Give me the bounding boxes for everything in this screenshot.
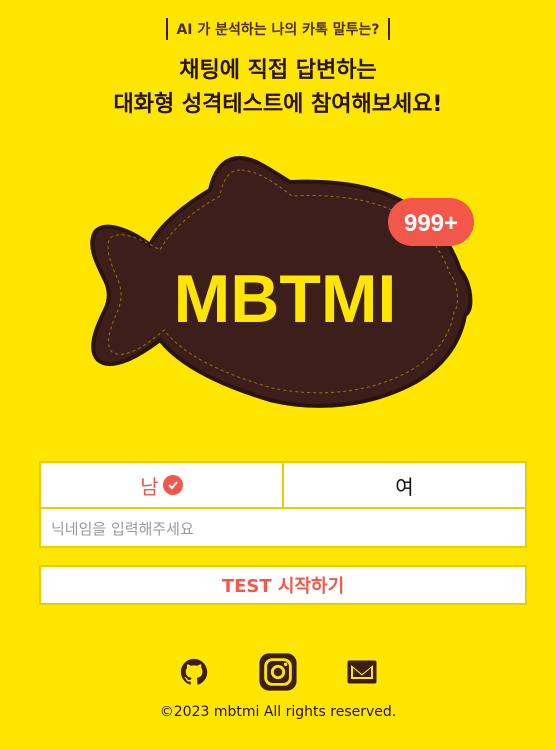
headline: 채팅에 직접 답변하는 대화형 성격테스트에 참여해보세요! — [0, 54, 556, 122]
social-links — [0, 652, 556, 692]
mail-icon — [347, 660, 377, 684]
tagline-right-bar — [387, 18, 390, 40]
instagram-icon — [259, 653, 297, 691]
check-icon — [162, 475, 183, 495]
copyright-text: ©2023 mbtmi All rights reserved. — [159, 704, 397, 720]
notification-badge-text: 999+ — [404, 210, 458, 237]
gender-selector: 남 여 — [41, 463, 525, 509]
logo-text: MBTMI — [174, 261, 397, 337]
gender-female-option[interactable]: 여 — [284, 463, 525, 507]
github-icon — [180, 658, 208, 685]
tagline-text: AI 가 분석하는 나의 카톡 말투는? — [176, 22, 380, 38]
instagram-link[interactable] — [258, 652, 298, 692]
gender-female-label: 여 — [395, 474, 414, 499]
headline-line-2: 대화형 성격테스트에 참여해보세요! — [113, 92, 443, 117]
gender-male-option[interactable]: 남 — [41, 463, 284, 507]
headline-line-1: 채팅에 직접 답변하는 — [179, 58, 377, 83]
nickname-input[interactable] — [41, 509, 525, 549]
start-test-button[interactable]: TEST 시작하기 — [39, 565, 527, 605]
fish-logo: MBTMI 999+ — [90, 155, 474, 408]
gender-male-label: 남 — [140, 474, 159, 499]
mail-link[interactable] — [342, 652, 382, 692]
form-box: 남 여 — [39, 461, 527, 549]
tagline: AI 가 분석하는 나의 카톡 말투는? — [0, 18, 556, 40]
tagline-left-bar — [166, 18, 169, 40]
github-link[interactable] — [174, 652, 214, 692]
